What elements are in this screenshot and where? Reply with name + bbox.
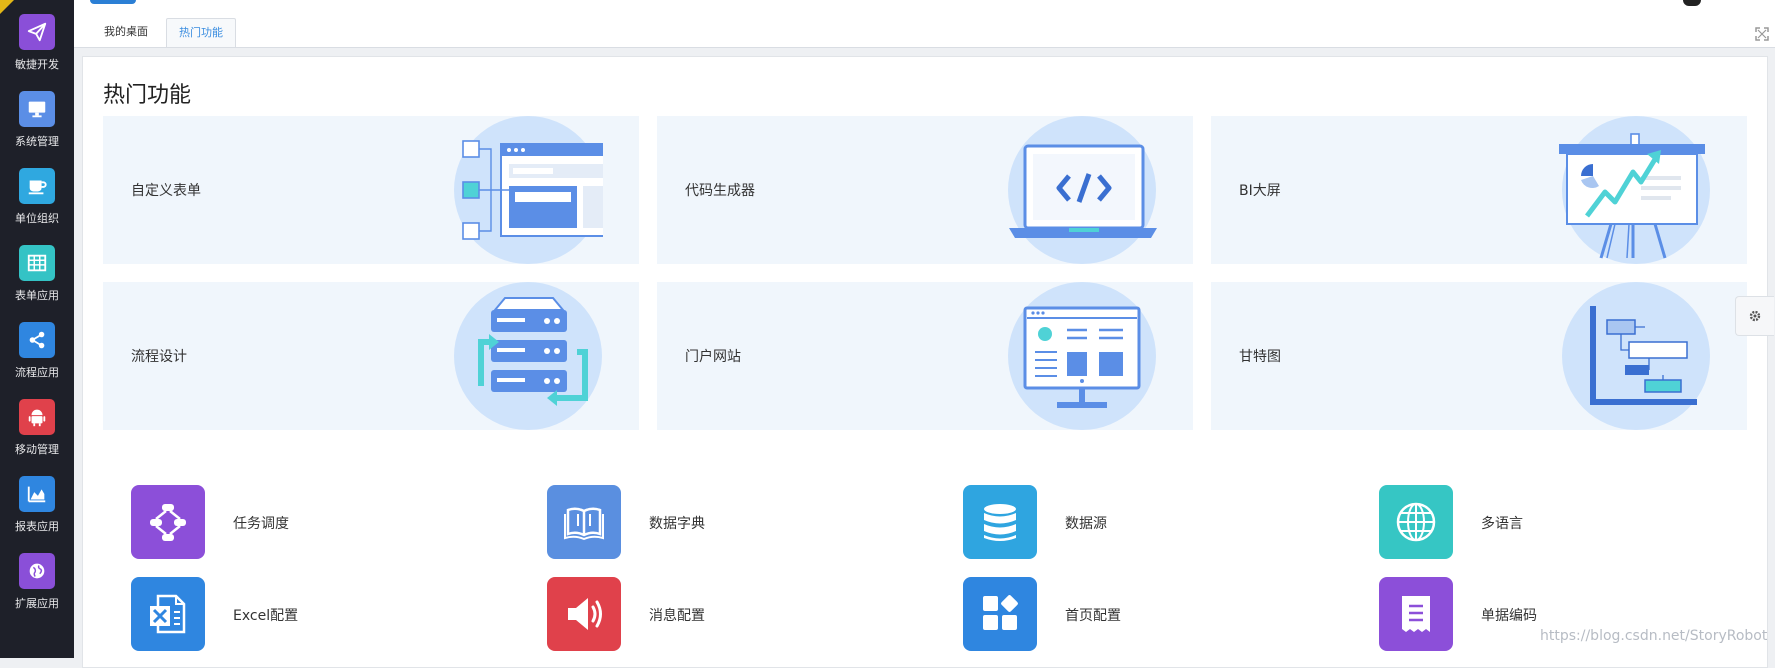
card-bi-screen[interactable]: BI大屏 (1211, 116, 1747, 264)
sidebar-item-label: 敏捷开发 (15, 58, 59, 71)
sidebar-item-label: 报表应用 (15, 520, 59, 533)
coffee-cup-icon (19, 168, 55, 204)
tab-divider (74, 47, 1775, 48)
form-builder-icon (433, 116, 612, 264)
sidebar-item-flow-app[interactable]: 流程应用 (0, 322, 74, 380)
sidebar-item-report[interactable]: 报表应用 (0, 476, 74, 534)
gantt-chart-icon (1541, 282, 1711, 430)
watermark: https://blog.csdn.net/StoryRobot (1540, 628, 1768, 644)
table-grid-icon (19, 245, 55, 281)
database-icon (963, 485, 1037, 559)
sidebar-item-label: 系统管理 (15, 135, 59, 148)
share-nodes-icon (19, 322, 55, 358)
feature-label: 数据字典 (649, 516, 705, 532)
sidebar-item-agile-dev[interactable]: 敏捷开发 (0, 14, 74, 72)
feature-label: Excel配置 (233, 608, 299, 624)
sidebar-item-label: 单位组织 (15, 212, 59, 225)
monitor-icon (19, 91, 55, 127)
feature-label: 首页配置 (1065, 608, 1121, 624)
blocks-icon (963, 577, 1037, 651)
task-flow-icon (131, 485, 205, 559)
area-chart-icon (19, 476, 55, 512)
sidebar-item-system[interactable]: 系统管理 (0, 91, 74, 149)
left-sidebar: 敏捷开发 系统管理 单位组织 表单应用 流程应用 移动管理 报表应用 扩展应用 (0, 0, 74, 658)
page-title: 热门功能 (103, 83, 192, 108)
sidebar-item-label: 表单应用 (15, 289, 59, 302)
laptop-code-icon (987, 116, 1157, 264)
card-label: 代码生成器 (685, 183, 755, 199)
card-label: BI大屏 (1239, 183, 1281, 199)
fullscreen-icon[interactable] (1755, 26, 1769, 41)
card-gantt-chart[interactable]: 甘特图 (1211, 282, 1747, 430)
feature-label: 多语言 (1481, 516, 1523, 532)
card-label: 门户网站 (685, 349, 741, 365)
sidebar-item-extension[interactable]: 扩展应用 (0, 553, 74, 611)
sidebar-item-org[interactable]: 单位组织 (0, 168, 74, 226)
feature-label: 消息配置 (649, 608, 705, 624)
presentation-chart-icon (1541, 116, 1711, 264)
sidebar-item-label: 流程应用 (15, 366, 59, 379)
speaker-icon (547, 577, 621, 651)
card-flow-design[interactable]: 流程设计 (103, 282, 639, 430)
excel-file-icon (131, 577, 205, 651)
card-code-generator[interactable]: 代码生成器 (657, 116, 1193, 264)
tab-my-desktop[interactable]: 我的桌面 (92, 18, 160, 46)
globe-grid-icon (1379, 485, 1453, 559)
card-label: 甘特图 (1239, 349, 1281, 365)
feature-label: 单据编码 (1481, 608, 1537, 624)
paper-plane-icon (19, 14, 55, 50)
globe-icon (19, 553, 55, 589)
desktop-portal-icon (987, 282, 1157, 430)
top-bar (74, 0, 1775, 48)
receipt-icon (1379, 577, 1453, 651)
server-flow-icon (433, 282, 603, 430)
sidebar-item-form-app[interactable]: 表单应用 (0, 245, 74, 303)
hot-features-panel: 热门功能 自定义表单 代码生成器 BI大屏 流程设计 门户网站 甘特图 任务调度… (82, 56, 1768, 668)
card-portal-site[interactable]: 门户网站 (657, 282, 1193, 430)
logo (90, 0, 136, 4)
corner-marker (0, 0, 14, 14)
gear-icon (1749, 310, 1761, 322)
feature-label: 任务调度 (233, 516, 289, 532)
sidebar-item-mobile[interactable]: 移动管理 (0, 399, 74, 457)
open-book-icon (547, 485, 621, 559)
settings-gear-button[interactable] (1735, 296, 1774, 336)
feature-label: 数据源 (1065, 516, 1107, 532)
tab-hot-features[interactable]: 热门功能 (166, 18, 236, 48)
android-icon (19, 399, 55, 435)
card-label: 流程设计 (131, 349, 187, 365)
sidebar-item-label: 移动管理 (15, 443, 59, 456)
card-custom-form[interactable]: 自定义表单 (103, 116, 639, 264)
sidebar-item-label: 扩展应用 (15, 597, 59, 610)
card-label: 自定义表单 (131, 183, 201, 199)
